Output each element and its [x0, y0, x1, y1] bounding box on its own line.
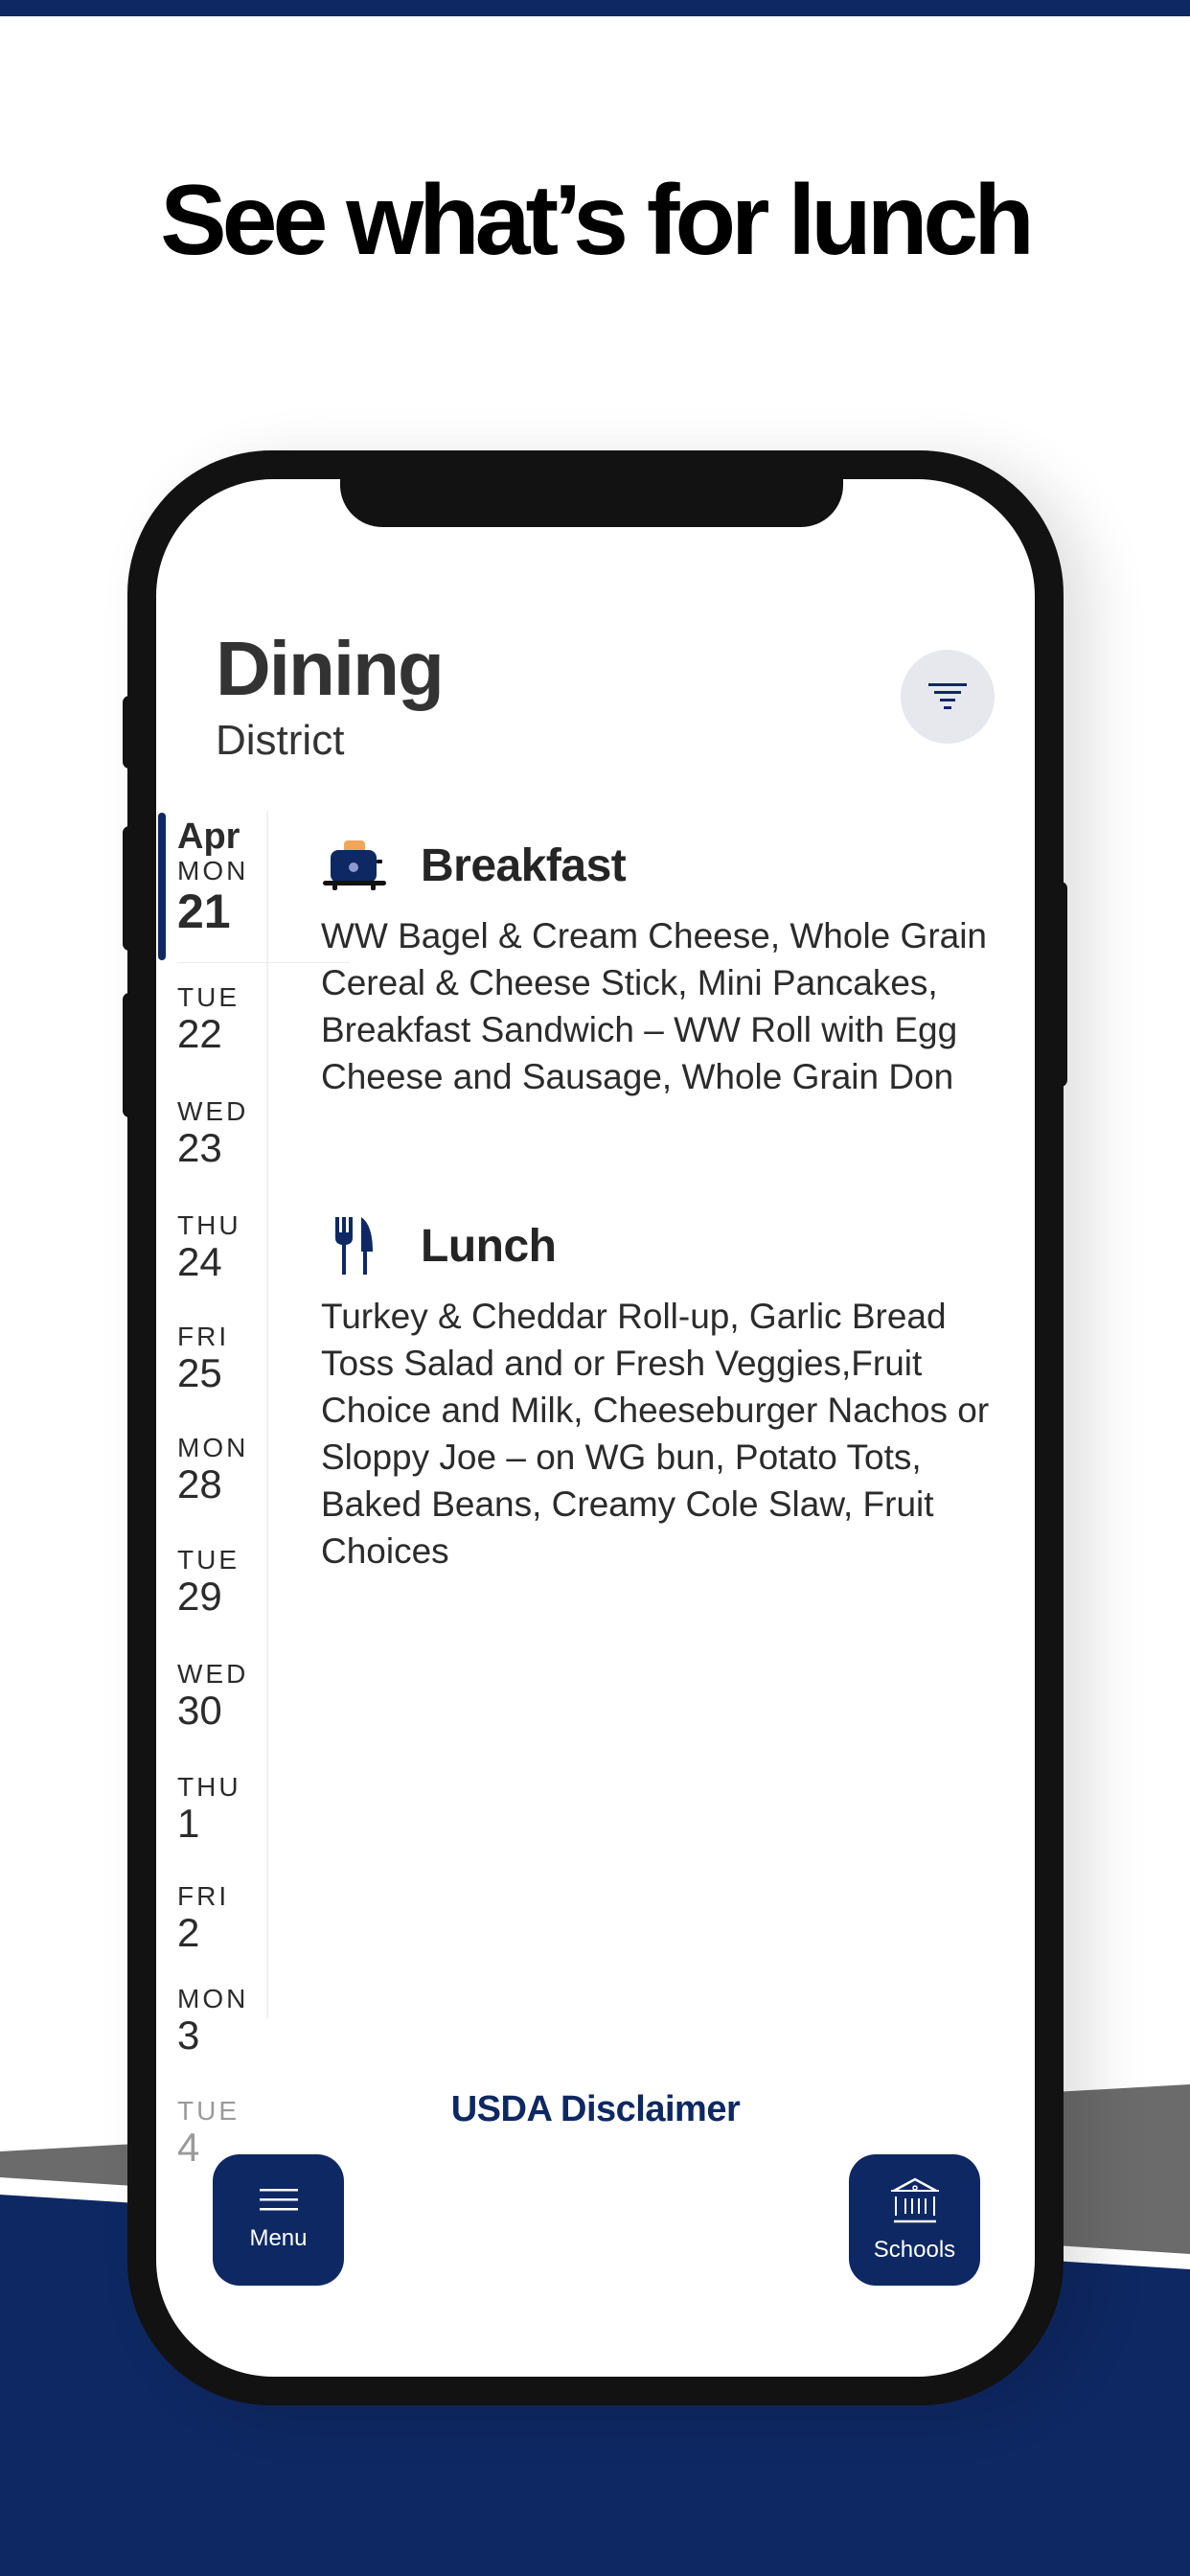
- phone-volume-down: [123, 993, 136, 1117]
- date-day: 21: [177, 884, 231, 938]
- date-dow: FRI: [177, 1881, 230, 1911]
- date-item[interactable]: THU 1: [177, 1772, 241, 1846]
- date-item-apr-21[interactable]: Apr MON 21: [177, 816, 249, 938]
- meal-title: Lunch: [421, 1220, 557, 1272]
- usda-disclaimer-link[interactable]: USDA Disclaimer: [156, 2089, 1035, 2130]
- date-dow: FRI: [177, 1322, 230, 1351]
- page-title: Dining: [216, 626, 445, 711]
- meal-section-breakfast: Breakfast WW Bagel & Cream Cheese, Whole…: [321, 832, 992, 1100]
- filter-icon: [928, 683, 967, 709]
- date-day: 22: [177, 1010, 222, 1056]
- date-day: 29: [177, 1573, 222, 1619]
- schools-button[interactable]: Schools: [849, 2154, 980, 2286]
- date-item[interactable]: MON 3: [177, 1984, 249, 2058]
- date-item[interactable]: MON 28: [177, 1433, 249, 1506]
- date-dow: MON: [177, 855, 249, 886]
- date-day: 30: [177, 1687, 222, 1733]
- date-item[interactable]: WED 30: [177, 1659, 249, 1733]
- phone-mute-switch: [123, 696, 136, 769]
- menu-button-label: Menu: [249, 2224, 308, 2251]
- top-brand-bar: [0, 0, 1190, 16]
- filter-button[interactable]: [901, 650, 995, 744]
- date-month: Apr: [177, 816, 240, 857]
- toaster-icon: [321, 832, 388, 899]
- date-dow: MON: [177, 1984, 249, 2013]
- date-item[interactable]: WED 23: [177, 1096, 249, 1170]
- active-date-indicator: [158, 813, 166, 960]
- date-item[interactable]: FRI 25: [177, 1322, 229, 1394]
- date-dow: MON: [177, 1433, 249, 1462]
- date-dow: TUE: [177, 1545, 240, 1575]
- date-dow: WED: [177, 1096, 249, 1126]
- date-item[interactable]: TUE 29: [177, 1545, 240, 1619]
- menu-button[interactable]: Menu: [213, 2154, 344, 2286]
- phone-notch: [340, 479, 843, 527]
- date-dow: THU: [177, 1210, 241, 1240]
- date-item[interactable]: FRI 2: [177, 1881, 230, 1955]
- marketing-headline: See what’s for lunch: [160, 165, 1034, 276]
- date-dow: TUE: [177, 982, 240, 1012]
- app-screen: Dining District Apr MON 21 TUE 22 WED 23…: [156, 479, 1035, 2377]
- meal-description: Turkey & Cheddar Roll-up, Garlic Bread T…: [321, 1297, 990, 1571]
- school-building-icon: [890, 2177, 939, 2222]
- date-day: 2: [177, 1909, 200, 1955]
- meal-title: Breakfast: [421, 840, 627, 891]
- meal-section-lunch: Lunch Turkey & Cheddar Roll-up, Garlic B…: [321, 1212, 992, 1575]
- date-day: 23: [177, 1124, 222, 1170]
- phone-power-button: [1054, 882, 1067, 1087]
- date-day: 28: [177, 1460, 222, 1506]
- date-day: 3: [177, 2012, 200, 2058]
- schools-button-label: Schools: [873, 2236, 956, 2263]
- date-rail-divider: [266, 811, 268, 2018]
- date-day: 24: [177, 1238, 222, 1284]
- date-day: 25: [177, 1349, 222, 1395]
- hamburger-icon: [259, 2188, 298, 2210]
- date-day: 1: [177, 1800, 200, 1846]
- date-dow: THU: [177, 1772, 241, 1802]
- fork-knife-icon: [321, 1212, 388, 1279]
- meal-description: WW Bagel & Cream Cheese, Whole Grain Cer…: [321, 916, 988, 1096]
- phone-volume-up: [123, 826, 136, 951]
- date-item[interactable]: TUE 22: [177, 982, 240, 1056]
- date-item[interactable]: THU 24: [177, 1210, 241, 1284]
- page-subtitle: District: [216, 717, 345, 764]
- date-dow: WED: [177, 1659, 249, 1689]
